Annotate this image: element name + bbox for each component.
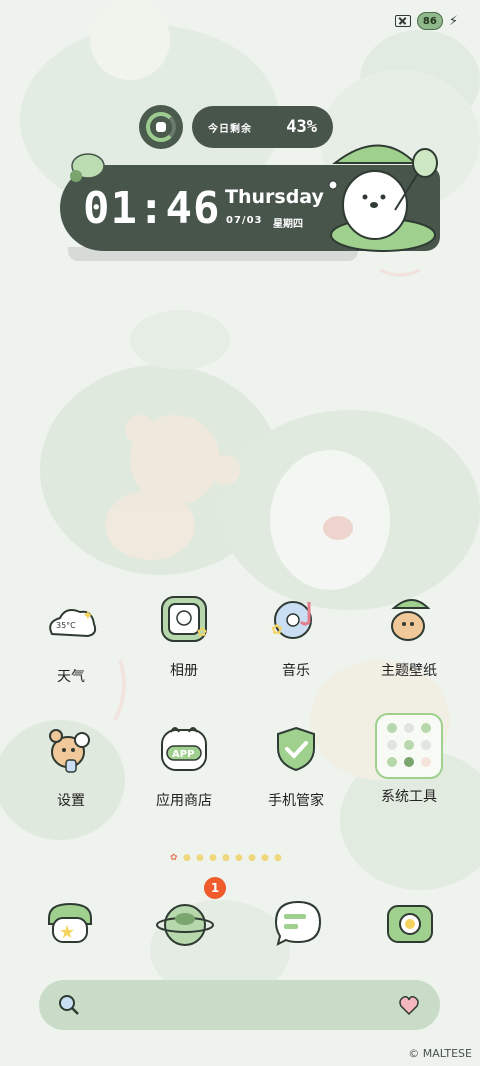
music-icon: ✿ [271,601,312,639]
app-label-settings: 设置 [57,793,85,809]
page-dot[interactable]: ● [209,853,219,863]
phone-icon[interactable]: ★ [43,896,97,950]
app-label-theme: 主题壁纸 [381,663,437,679]
remaining-label: 今日剩余 [208,123,252,135]
app-settings[interactable]: 设置 [21,722,121,810]
search-bar[interactable] [39,980,440,1030]
lily-pad-icon [70,153,105,182]
app-weather[interactable]: 35°C ✦ 天气 [21,598,121,686]
clock-weekday: 星期四 [273,219,303,230]
page-dot[interactable]: ● [196,853,206,863]
weather-temp: 35°C [56,621,76,630]
app-security[interactable]: 手机管家 [246,722,346,810]
app-label-gallery: 相册 [170,663,198,679]
page-dot[interactable]: ✿ [170,853,180,863]
app-label-weather: 天气 [57,669,85,685]
page-dot[interactable]: ● [183,853,193,863]
svg-text:✿: ✿ [197,625,207,639]
settings-icon [49,729,90,773]
charging-icon: ⚡ [448,13,458,29]
weather-icon: 35°C ✦ [49,608,97,638]
theme-icon [391,599,431,641]
copyright-text: © MALTESE [408,1047,472,1060]
remaining-pill[interactable]: 今日剩余 43% [192,106,333,148]
page-dot[interactable]: ● [235,853,245,863]
app-theme[interactable]: 主题壁纸 [359,592,459,680]
notification-badge: 1 [204,877,226,899]
clock-day: Thursday [225,186,324,208]
no-sim-icon [394,15,411,27]
heart-icon[interactable] [398,994,420,1016]
page-dot[interactable]: ● [222,853,232,863]
bear-mascot-icon [328,144,438,252]
app-store[interactable]: APP 应用商店 [134,722,234,810]
app-tools-folder[interactable]: 系统工具 [359,712,459,806]
sparkle-icon: ✦ [82,608,94,624]
app-label-store: 应用商店 [156,793,212,809]
app-label-security: 手机管家 [268,793,324,809]
app-store-icon: APP [161,727,207,771]
remaining-value: 43% [286,117,317,137]
search-icon [59,995,79,1015]
svg-text:✿: ✿ [271,622,283,638]
svg-text:★: ★ [59,922,75,943]
messages-icon[interactable] [270,896,324,950]
page-dot[interactable]: ● [274,853,284,863]
browser-icon[interactable] [155,893,215,953]
app-gallery[interactable]: ✿ 相册 [134,592,234,680]
security-icon [277,726,315,772]
progress-ring [139,105,183,149]
app-store-text: APP [172,749,194,760]
page-dot[interactable]: ● [261,853,271,863]
app-label-tools: 系统工具 [381,789,437,805]
status-bar: 86 ⚡ [394,12,458,30]
page-dot[interactable]: ● [248,853,258,863]
clock-time: 01:46 [83,183,221,234]
gallery-icon: ✿ [161,596,207,642]
app-music[interactable]: ✿ 音乐 [246,592,346,680]
tools-folder-icon [375,713,443,779]
page-indicator[interactable]: ✿ ● ● ● ● ● ● ● ● [170,853,284,863]
flower-icon [156,122,166,132]
camera-icon[interactable] [384,896,438,950]
app-label-music: 音乐 [282,663,310,679]
battery-level: 86 [422,15,437,27]
clock-date: 07/03 [226,215,263,226]
battery-icon: 86 [416,12,443,30]
